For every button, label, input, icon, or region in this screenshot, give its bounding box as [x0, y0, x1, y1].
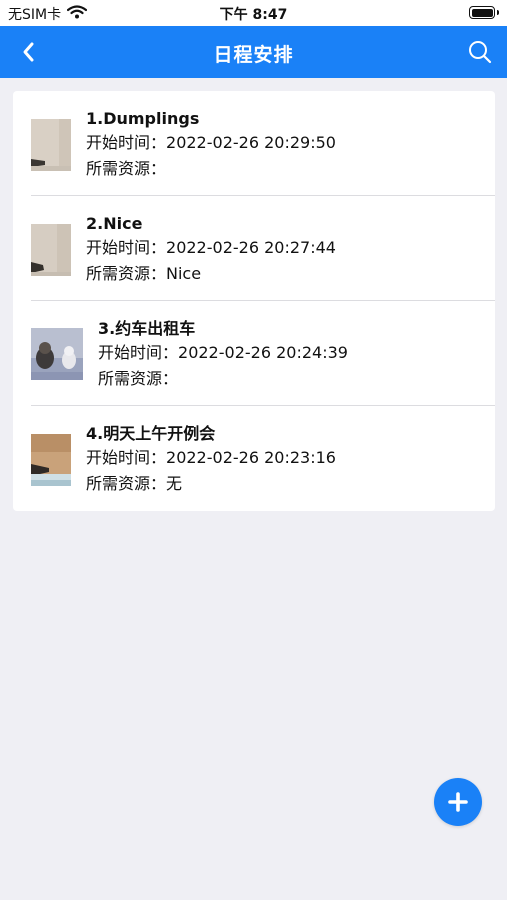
status-time: 下午 8:47: [219, 7, 288, 23]
start-time-label: 开始时间：: [98, 343, 179, 362]
item-title: 2.Nice: [86, 214, 143, 233]
start-time-label: 开始时间：: [86, 238, 167, 257]
start-time-value: 2022-02-26 20:29:50: [166, 133, 336, 152]
page-title: 日程安排: [213, 44, 294, 66]
list-item[interactable]: 3.约车出租车 开始时间： 2022-02-26 20:24:39 所需资源：: [13, 301, 495, 406]
item-title: 3.约车出租车: [98, 319, 196, 338]
list-item[interactable]: 1.Dumplings 开始时间： 2022-02-26 20:29:50 所需资…: [13, 91, 495, 196]
item-title: 4.明天上午开例会: [86, 424, 216, 443]
nav-bar: 日程安排: [0, 26, 507, 78]
search-icon: [469, 41, 492, 64]
add-schedule-button[interactable]: [434, 778, 482, 826]
start-time-value: 2022-02-26 20:24:39: [178, 343, 348, 362]
resources-label: 所需资源：: [86, 159, 167, 178]
resources-label: 所需资源：: [98, 369, 179, 388]
item-thumbnail: [31, 328, 83, 380]
item-thumbnail: [31, 119, 71, 171]
start-time-value: 2022-02-26 20:23:16: [166, 448, 336, 467]
resources-value: 无: [166, 474, 183, 493]
start-time-label: 开始时间：: [86, 133, 167, 152]
search-button[interactable]: [465, 37, 495, 67]
battery-icon: [469, 6, 499, 19]
start-time-value: 2022-02-26 20:27:44: [166, 238, 336, 257]
resources-label: 所需资源：: [86, 264, 167, 283]
list-item[interactable]: 4.明天上午开例会 开始时间： 2022-02-26 20:23:16 所需资源：…: [13, 406, 495, 511]
item-title: 1.Dumplings: [86, 109, 200, 128]
resources-value: Nice: [166, 264, 202, 283]
item-thumbnail: [31, 224, 71, 276]
resources-label: 所需资源：: [86, 474, 167, 493]
item-thumbnail: [31, 434, 71, 486]
schedule-list: 1.Dumplings 开始时间： 2022-02-26 20:29:50 所需资…: [13, 91, 495, 511]
start-time-label: 开始时间：: [86, 448, 167, 467]
plus-icon: [448, 792, 468, 812]
status-bar: 无SIM卡 下午 8:47: [0, 0, 507, 26]
list-item[interactable]: 2.Nice 开始时间： 2022-02-26 20:27:44 所需资源： Nic…: [13, 196, 495, 301]
